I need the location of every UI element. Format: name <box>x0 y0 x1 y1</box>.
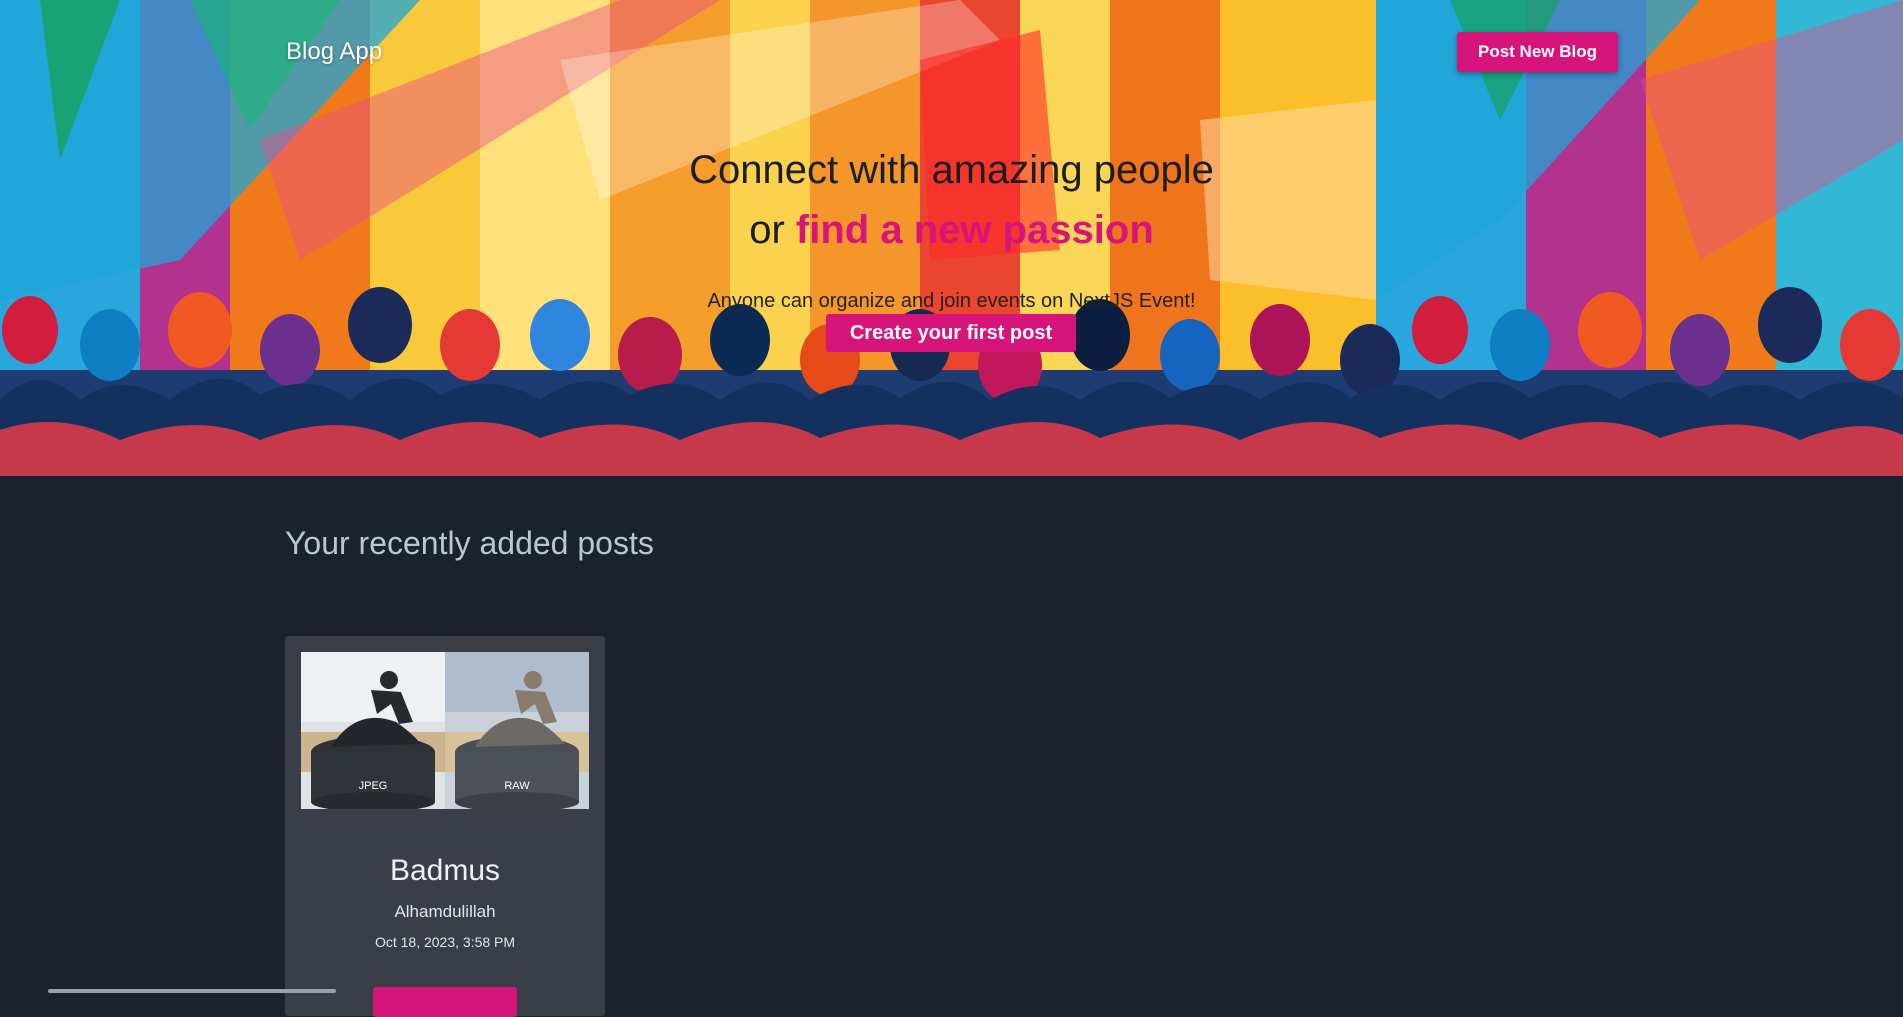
create-first-post-button[interactable]: Create your first post <box>826 314 1076 352</box>
hero-headline-prefix: or <box>749 208 796 252</box>
post-card-date: Oct 18, 2023, 3:58 PM <box>374 934 516 950</box>
hero-banner: Blog App Post New Blog Connect with amaz… <box>0 0 1903 476</box>
post-card-description: Alhamdulillah <box>394 902 496 921</box>
post-new-blog-button[interactable]: Post New Blog <box>1457 32 1618 72</box>
post-card-image-label-jpeg: JPEG <box>359 780 388 792</box>
hero-headline-accent: find a new passion <box>795 208 1154 252</box>
post-card[interactable]: JPEG RAW Badmus Alhamdulillah Oct 18, 20… <box>285 636 605 1017</box>
post-card-title: Badmus <box>389 854 501 887</box>
post-card-image: JPEG RAW <box>301 652 589 809</box>
hero-headline-line1: Connect with amazing people <box>689 148 1214 192</box>
hero-headline: Connect with amazing people or find a ne… <box>0 140 1903 260</box>
horizontal-scrollbar-thumb[interactable] <box>48 989 336 993</box>
brand-logo-text[interactable]: Blog App <box>286 38 382 66</box>
post-card-image-label-raw: RAW <box>504 780 530 792</box>
hero-subline: Anyone can organize and join events on N… <box>707 290 1196 312</box>
post-card-action-button[interactable] <box>373 987 517 1017</box>
hero-content: Blog App Post New Blog Connect with amaz… <box>0 0 1903 476</box>
recent-posts-heading: Your recently added posts <box>285 525 654 561</box>
